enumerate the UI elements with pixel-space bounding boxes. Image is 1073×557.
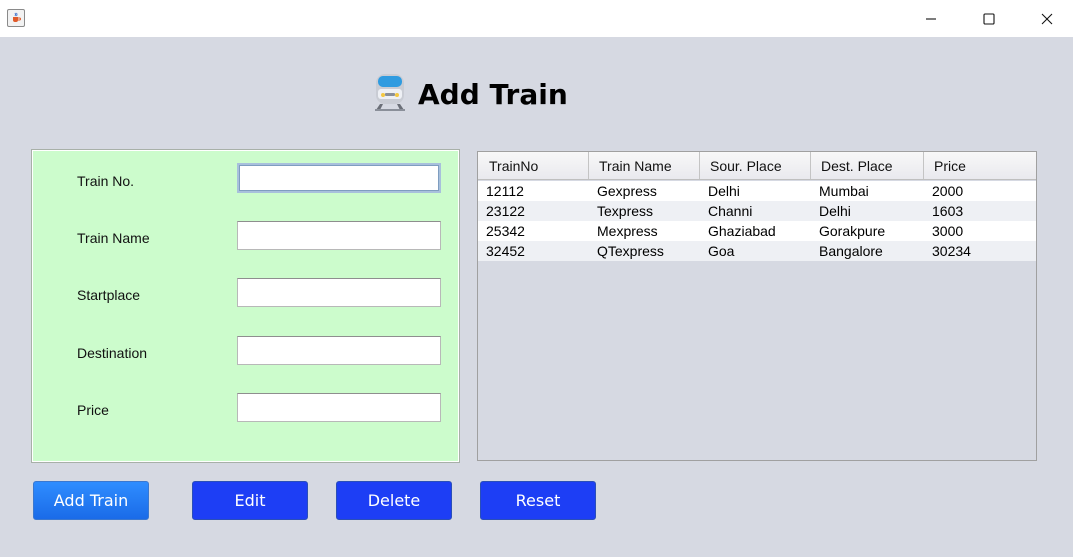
train-no-input[interactable] xyxy=(237,163,441,193)
table-row[interactable]: 32452 QTexpress Goa Bangalore 30234 xyxy=(478,241,1036,261)
close-icon xyxy=(1041,13,1053,24)
table-cell: Bangalore xyxy=(819,243,883,259)
column-header-price[interactable]: Price xyxy=(924,152,1036,179)
table-cell: 23122 xyxy=(486,203,525,219)
add-train-button[interactable]: Add Train xyxy=(33,481,149,520)
column-header-train-name[interactable]: Train Name xyxy=(589,152,700,179)
table-cell: Delhi xyxy=(708,183,740,199)
table-cell: 25342 xyxy=(486,223,525,239)
table-cell: Ghaziabad xyxy=(708,223,776,239)
table-cell: Goa xyxy=(708,243,735,259)
price-input[interactable] xyxy=(237,393,441,422)
edit-button[interactable]: Edit xyxy=(192,481,308,520)
page-heading: Add Train xyxy=(372,72,568,116)
table-cell: 1603 xyxy=(932,203,964,219)
maximize-icon xyxy=(983,12,995,25)
table-cell: Gexpress xyxy=(597,183,657,199)
table-cell: Delhi xyxy=(819,203,851,219)
table-cell: Mexpress xyxy=(597,223,658,239)
title-bar xyxy=(0,0,1073,37)
train-name-input[interactable] xyxy=(237,221,441,250)
table-cell: 12112 xyxy=(486,183,524,199)
column-header-source-place[interactable]: Sour. Place xyxy=(700,152,811,179)
destination-label: Destination xyxy=(77,345,148,361)
table-row[interactable]: 25342 Mexpress Ghaziabad Gorakpure 3000 xyxy=(478,221,1036,241)
table-cell: 3000 xyxy=(932,223,964,239)
table-cell: Channi xyxy=(708,203,753,219)
table-cell: 30234 xyxy=(932,243,971,259)
close-button[interactable] xyxy=(1018,0,1073,37)
table-body: 12112 Gexpress Delhi Mumbai 2000 23122 T… xyxy=(478,181,1036,261)
table-cell: QTexpress xyxy=(597,243,664,259)
table-row[interactable]: 23122 Texpress Channi Delhi 1603 xyxy=(478,201,1036,221)
table-cell: 32452 xyxy=(486,243,525,259)
table-row[interactable]: 12112 Gexpress Delhi Mumbai 2000 xyxy=(478,181,1036,201)
java-cup-icon[interactable] xyxy=(7,9,25,27)
delete-button[interactable]: Delete xyxy=(336,481,452,520)
table-cell: Texpress xyxy=(597,203,654,219)
price-label: Price xyxy=(77,402,109,418)
train-icon xyxy=(372,72,408,117)
train-form-panel: Train No. Train Name Startplace Destinat… xyxy=(31,149,460,463)
destination-input[interactable] xyxy=(237,336,441,365)
maximize-button[interactable] xyxy=(960,0,1018,37)
table-cell: 2000 xyxy=(932,183,964,199)
reset-button[interactable]: Reset xyxy=(480,481,596,520)
startplace-input[interactable] xyxy=(237,278,441,307)
table-header: TrainNo Train Name Sour. Place Dest. Pla… xyxy=(478,152,1036,180)
minimize-icon xyxy=(926,17,936,20)
train-no-label: Train No. xyxy=(77,173,135,189)
trains-table[interactable]: TrainNo Train Name Sour. Place Dest. Pla… xyxy=(477,151,1037,461)
startplace-label: Startplace xyxy=(77,287,141,303)
column-header-trainno[interactable]: TrainNo xyxy=(478,152,589,179)
table-cell: Mumbai xyxy=(819,183,869,199)
page-title: Add Train xyxy=(418,77,568,111)
minimize-button[interactable] xyxy=(902,0,960,37)
table-cell: Gorakpure xyxy=(819,223,886,239)
column-header-dest-place[interactable]: Dest. Place xyxy=(811,152,924,179)
train-name-label: Train Name xyxy=(77,230,150,246)
